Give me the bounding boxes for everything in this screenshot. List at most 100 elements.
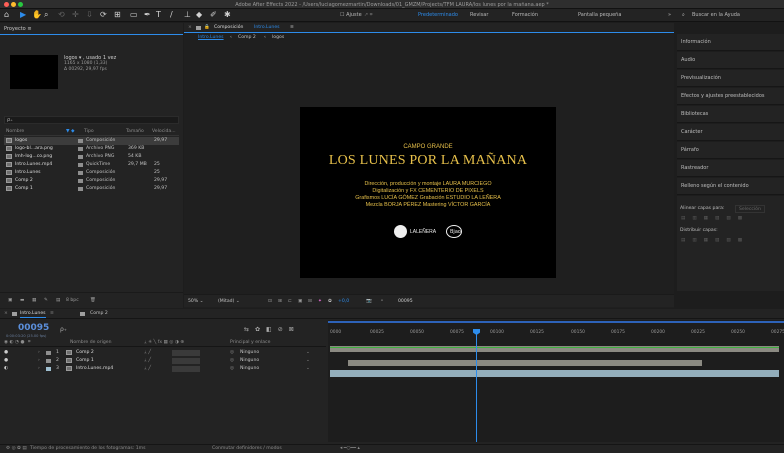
- panel-menu-icon[interactable]: ≡: [27, 26, 31, 32]
- new-folder-icon[interactable]: ▬: [20, 297, 24, 305]
- mask-icon[interactable]: ⊏: [288, 298, 292, 306]
- col-source-name[interactable]: Nombre de origen: [70, 339, 112, 347]
- zoom-slider-icon[interactable]: ◂ ━○━━ ▴: [340, 445, 360, 453]
- dolly-tool-icon[interactable]: ⇩: [86, 10, 93, 20]
- pan-tool-icon[interactable]: ✛: [72, 10, 79, 20]
- search-help-input[interactable]: Buscar en la Ayuda: [692, 12, 740, 18]
- workspace-revisar[interactable]: Revisar: [470, 12, 488, 18]
- stamp-tool-icon[interactable]: ⊥: [184, 10, 191, 20]
- resolution-dropdown[interactable]: (Mitad) ⌄: [218, 298, 240, 306]
- right-panel-item[interactable]: Párrafo: [677, 142, 784, 159]
- breadcrumb-comp-2[interactable]: Comp 2: [238, 34, 256, 42]
- snapshot-icon[interactable]: 📷: [366, 298, 372, 306]
- distribute-buttons-icon[interactable]: ▤▥▦▧▨▩: [681, 237, 749, 245]
- footer-icons[interactable]: ⚙ ◎ ✿ ▤: [6, 445, 27, 453]
- brush-tool-icon[interactable]: /: [170, 10, 173, 20]
- close-timeline-icon[interactable]: ×: [4, 310, 8, 318]
- parent-dropdown-arrow-icon[interactable]: ⌄: [306, 349, 310, 357]
- timeline-search-icon[interactable]: ρ₊: [60, 326, 67, 333]
- grid-icon[interactable]: ▣: [298, 298, 302, 306]
- hand-tool-icon[interactable]: ✋: [32, 10, 42, 20]
- project-search-input[interactable]: ρ₊: [4, 116, 179, 124]
- layer-name[interactable]: Comp 1: [76, 357, 94, 365]
- right-panel-item[interactable]: Relleno según el contenido: [677, 178, 784, 195]
- label-color-swatch[interactable]: [78, 179, 83, 183]
- transparency-grid-icon[interactable]: ⊞: [278, 298, 282, 306]
- align-to-dropdown[interactable]: Selección: [735, 205, 765, 213]
- render-queue-icon[interactable]: ▤: [56, 297, 60, 305]
- channel-icon[interactable]: ✦: [318, 298, 322, 306]
- right-panel-item[interactable]: Información: [677, 34, 784, 51]
- composition-tab-title[interactable]: Composición: [214, 24, 243, 32]
- tab-menu-icon[interactable]: ≡: [50, 310, 54, 318]
- layer-label-color[interactable]: [46, 351, 51, 355]
- workspace-predeterminado[interactable]: Predeterminado: [418, 12, 458, 18]
- selection-tool-icon[interactable]: ▶: [20, 10, 26, 20]
- layer-name[interactable]: Comp 2: [76, 349, 94, 357]
- align-buttons-icon[interactable]: ▤▥▦▧▨▩: [681, 215, 749, 223]
- lock-icon[interactable]: 🔒: [204, 24, 210, 32]
- label-color-swatch[interactable]: [78, 139, 83, 143]
- timeline-layer-row[interactable]: ● › 2 Comp 1 ᛦ ╱ ◎ Ninguno ⌄: [0, 357, 326, 365]
- interpret-footage-icon[interactable]: ▣: [8, 297, 12, 305]
- col-name[interactable]: Nombre: [6, 128, 24, 136]
- project-item[interactable]: Intro.Lunes.mp4 QuickTime 29,7 MB 25: [4, 161, 179, 169]
- right-panel-item[interactable]: Carácter: [677, 124, 784, 141]
- pen-tool-icon[interactable]: ✒: [144, 10, 151, 20]
- right-panel-item[interactable]: Previsualización: [677, 70, 784, 87]
- layer-switches-icon[interactable]: ᛦ ╱: [144, 349, 151, 357]
- layer-label-color[interactable]: [46, 367, 51, 371]
- timeline-tab-comp-2[interactable]: Comp 2: [90, 310, 108, 318]
- toggle-switches-modes[interactable]: Conmutar definidores / modos: [212, 445, 282, 453]
- timeline-tab-intro-lunes[interactable]: Intro.Lunes: [20, 310, 46, 318]
- project-item[interactable]: logo-bl...ara.png Archivo PNG 369 KB: [4, 145, 179, 153]
- expand-arrow-icon[interactable]: ›: [38, 365, 40, 373]
- layer-switch-boxes[interactable]: [172, 366, 200, 372]
- label-color-swatch[interactable]: [78, 147, 83, 151]
- visibility-eye-icon[interactable]: ●: [4, 349, 8, 357]
- guides-icon[interactable]: ⊟: [308, 298, 312, 306]
- timeline-layer-row[interactable]: ◐ › 3 Intro.Lunes.mp4 ᛦ ╱ ◎ Ninguno ⌄: [0, 365, 326, 373]
- switches-icons[interactable]: ᛦ ✳ ╲ fx ▦ ◎ ◑ ⊕: [144, 339, 184, 347]
- adjust-icon[interactable]: ✎: [44, 297, 48, 305]
- eraser-tool-icon[interactable]: ◆: [196, 10, 202, 20]
- label-color-swatch[interactable]: [78, 171, 83, 175]
- pickwhip-icon[interactable]: ◎: [230, 365, 234, 373]
- rotate-tool-icon[interactable]: ⟳: [100, 10, 107, 20]
- col-parent[interactable]: Principal y enlace: [230, 339, 270, 347]
- bpc-label[interactable]: 8 bpc: [66, 297, 79, 305]
- visibility-eye-icon[interactable]: ◐: [4, 365, 8, 373]
- expand-arrow-icon[interactable]: ›: [38, 349, 40, 357]
- roto-tool-icon[interactable]: ✐: [210, 10, 217, 20]
- color-mgmt-icon[interactable]: ✿: [328, 298, 332, 306]
- parent-dropdown-arrow-icon[interactable]: ⌄: [306, 357, 310, 365]
- project-item[interactable]: logos Composición 29,97: [4, 137, 179, 145]
- work-area-bar[interactable]: [328, 321, 784, 323]
- more-workspaces-icon[interactable]: »: [668, 12, 671, 18]
- col-size[interactable]: Tamaño: [126, 128, 144, 136]
- close-tab-icon[interactable]: ×: [188, 24, 192, 32]
- project-item[interactable]: Comp 1 Composición 29,97: [4, 185, 179, 193]
- label-color-swatch[interactable]: [78, 155, 83, 159]
- timeline-layer-row[interactable]: ● › 1 Comp 2 ᛦ ╱ ◎ Ninguno ⌄: [0, 349, 326, 357]
- breadcrumb-logos[interactable]: logos: [272, 34, 284, 42]
- workspace-pantalla-pequena[interactable]: Pantalla pequeña: [578, 12, 621, 18]
- composition-tab-name[interactable]: Intro.Lunes: [254, 24, 280, 32]
- parent-dropdown[interactable]: Ninguno: [240, 349, 259, 357]
- pickwhip-icon[interactable]: ◎: [230, 349, 234, 357]
- pickwhip-icon[interactable]: ◎: [230, 357, 234, 365]
- layer-switches-icon[interactable]: ᛦ ╱: [144, 365, 151, 373]
- av-switches-icon[interactable]: ◉ ◐ ◔ ●: [4, 339, 24, 347]
- layer-switch-boxes[interactable]: [172, 350, 200, 356]
- region-icon[interactable]: ⊡: [268, 298, 272, 306]
- project-item[interactable]: Intro.Lunes Composición 25: [4, 169, 179, 177]
- label-color-swatch[interactable]: [78, 163, 83, 167]
- anchor-tool-icon[interactable]: ⊞: [114, 10, 121, 20]
- time-graph[interactable]: [328, 320, 784, 442]
- expand-arrow-icon[interactable]: ›: [38, 357, 40, 365]
- layer-switch-boxes[interactable]: [172, 358, 200, 364]
- show-snapshot-icon[interactable]: ⚬: [380, 298, 384, 306]
- new-comp-icon[interactable]: ▦: [32, 297, 36, 305]
- exposure-value[interactable]: +0,0: [338, 298, 349, 306]
- rectangle-tool-icon[interactable]: ▭: [130, 10, 138, 20]
